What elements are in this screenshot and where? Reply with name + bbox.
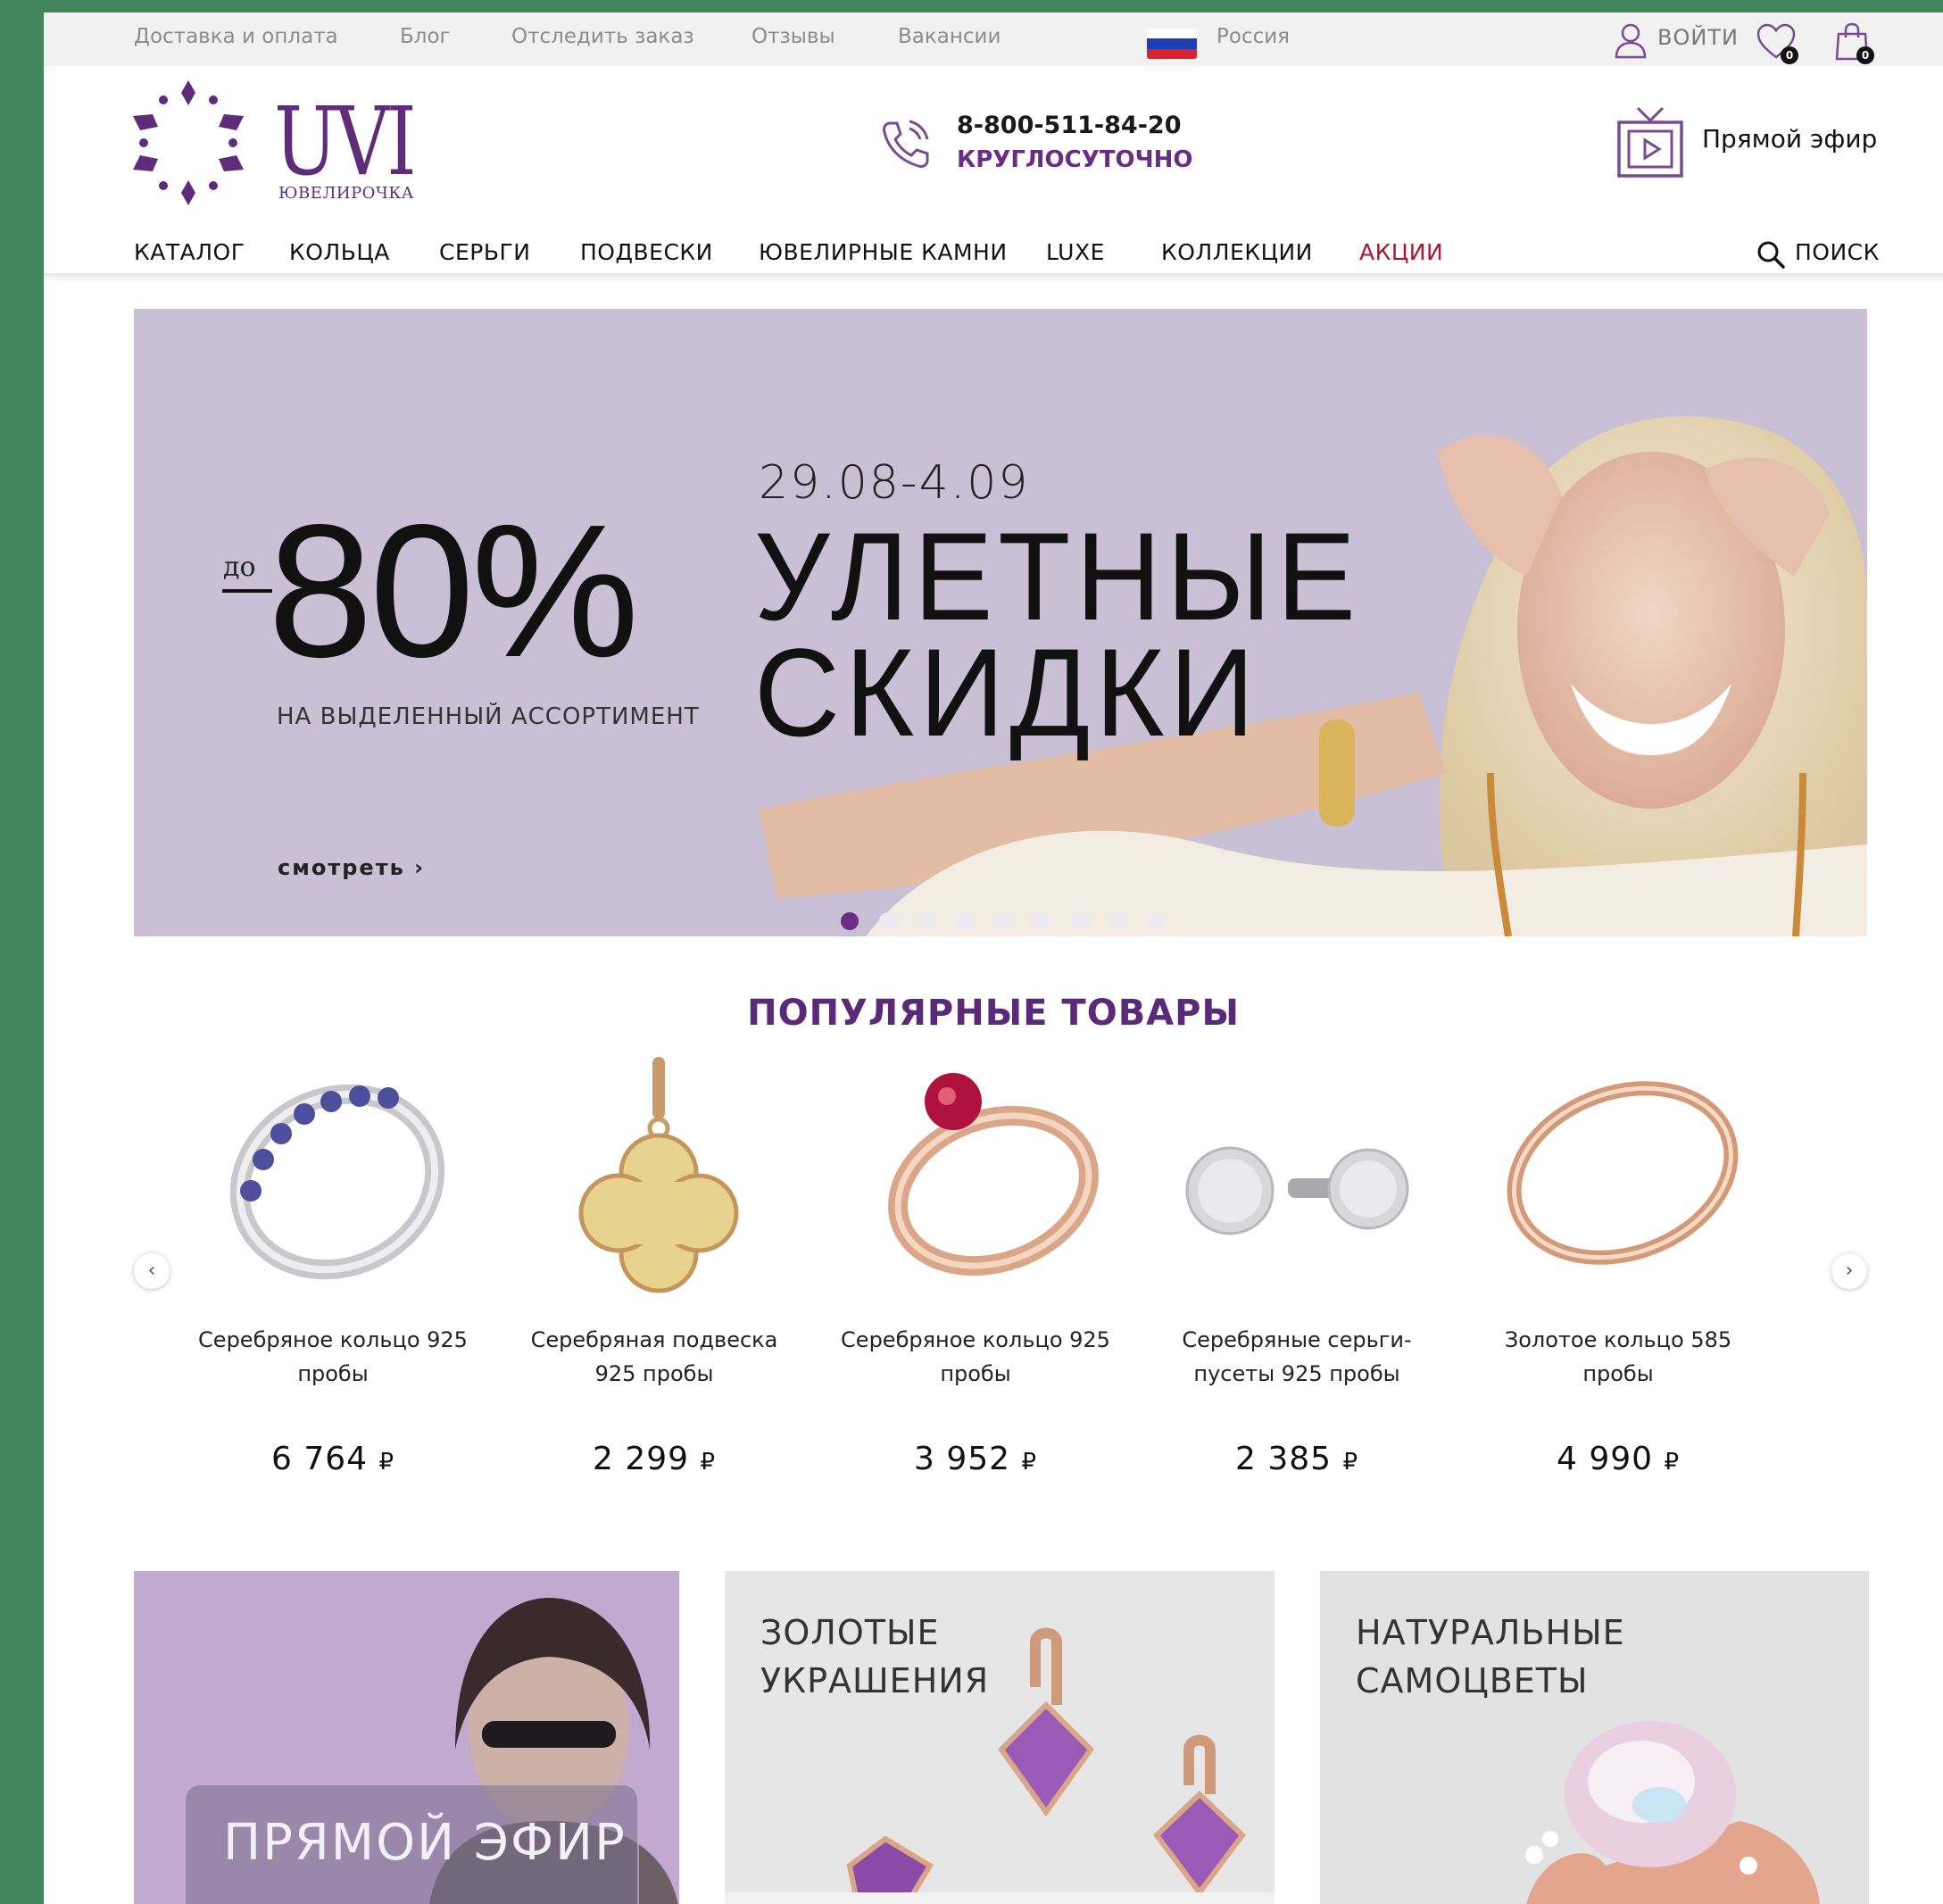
nav-item-gemstones[interactable]: ЮВЕЛИРНЫЕ КАМНИ <box>759 239 1008 265</box>
blog-link[interactable]: Блог <box>400 25 451 48</box>
nav-item-collections[interactable]: КОЛЛЕКЦИИ <box>1161 239 1313 265</box>
nav-item-pendants[interactable]: ПОДВЕСКИ <box>580 239 713 265</box>
category-label: ЗОЛОТЫЕ УКРАШЕНИЯ <box>760 1613 990 1700</box>
carousel-dot[interactable] <box>956 912 974 930</box>
popular-section-title: ПОПУЛЯРНЫЕ ТОВАРЫ <box>747 993 1240 1034</box>
ring-ruby-image <box>888 1073 1099 1276</box>
hero-title-line-2: СКИДКИ <box>754 622 1260 762</box>
silver-ring-sapphire-image <box>229 1084 445 1280</box>
hero-title-line-1: УЛЕТНЫЕ <box>754 506 1361 646</box>
nav-item-rings[interactable]: КОЛЬЦА <box>289 239 390 265</box>
user-icon[interactable] <box>1613 21 1648 59</box>
nav-item-earrings[interactable]: СЕРЬГИ <box>439 239 530 265</box>
reviews-link[interactable]: Отзывы <box>751 25 835 48</box>
category-tile-gold[interactable]: ЗОЛОТЫЕ УКРАШЕНИЯ <box>725 1571 1275 1904</box>
russia-flag-icon[interactable] <box>1147 29 1197 59</box>
top-bar: Доставка и оплата Блог Отследить заказ О… <box>44 12 1943 66</box>
search-button[interactable]: ПОИСК <box>1795 239 1880 265</box>
product-name[interactable]: Серебряные серьги-пусеты 925 пробы <box>1154 1323 1440 1391</box>
category-label: НАТУРАЛЬНЫЕ САМОЦВЕТЫ <box>1356 1613 1625 1700</box>
product-price: 6 764 ₽ <box>270 1441 395 1477</box>
carousel-dot[interactable] <box>1071 912 1089 930</box>
logo-wordmark[interactable]: UVI <box>274 95 417 189</box>
hero-view-button[interactable]: смотреть › <box>278 855 425 880</box>
live-stream-badge: ПРЯМОЙ ЭФИР <box>184 1783 639 1904</box>
region-selector[interactable]: Россия <box>1216 25 1290 48</box>
carousel-next-button[interactable]: › <box>1831 1253 1867 1289</box>
delivery-link[interactable]: Доставка и оплата <box>134 25 338 48</box>
product-name[interactable]: Серебряное кольцо 925 пробы <box>833 1323 1118 1391</box>
carousel-dot[interactable] <box>994 912 1012 930</box>
nav-item-luxe[interactable]: LUXE <box>1046 239 1105 265</box>
carousel-dot[interactable] <box>918 912 935 930</box>
hero-minus-sign <box>222 589 272 593</box>
carousel-dot[interactable] <box>841 912 859 930</box>
product-name[interactable]: Золотое кольцо 585 пробы <box>1475 1323 1761 1391</box>
pendant-amber-image <box>578 1057 739 1293</box>
track-order-link[interactable]: Отследить заказ <box>511 25 694 48</box>
vacancies-link[interactable]: Вакансии <box>898 25 1001 48</box>
wishlist-button[interactable]: 0 <box>1756 21 1798 64</box>
wishlist-count-badge: 0 <box>1781 46 1798 64</box>
category-tile-gems[interactable]: НАТУРАЛЬНЫЕ САМОЦВЕТЫ <box>1320 1571 1869 1904</box>
product-price: 3 952 ₽ <box>913 1441 1038 1477</box>
cart-count-badge: 0 <box>1856 46 1874 64</box>
tv-icon[interactable] <box>1616 104 1684 179</box>
product-price: 4 990 ₽ <box>1556 1441 1681 1477</box>
carousel-prev-button[interactable]: ‹ <box>134 1253 170 1289</box>
phone-number-link[interactable]: 8-800-511-84-20 <box>957 112 1181 139</box>
logo-subtitle: ЮВЕЛИРОЧКА <box>278 184 414 203</box>
logo-star-icon[interactable] <box>133 80 244 205</box>
live-stream-badge-label: ПРЯМОЙ ЭФИР <box>223 1814 627 1872</box>
category-tile-live[interactable]: ПРЯМОЙ ЭФИР <box>134 1571 679 1904</box>
cart-button[interactable]: 0 <box>1831 21 1874 64</box>
live-stream-link[interactable]: Прямой эфир <box>1702 124 1877 154</box>
product-price: 2 299 ₽ <box>592 1441 717 1477</box>
nav-item-catalog[interactable]: КАТАЛОГ <box>134 239 245 265</box>
phone-hours: КРУГЛОСУТОЧНО <box>957 146 1193 173</box>
hero-subtitle: НА ВЫДЕЛЕННЫЙ АССОРТИМЕНТ <box>277 703 700 730</box>
gold-band-ring-image <box>1507 1081 1739 1265</box>
page: Доставка и оплата Блог Отследить заказ О… <box>44 12 1943 1904</box>
hero-prefix: до <box>223 552 256 583</box>
header-divider <box>44 273 1943 282</box>
search-icon[interactable] <box>1756 239 1786 270</box>
phone-icon <box>883 120 929 168</box>
carousel-dot[interactable] <box>879 912 897 930</box>
product-price: 2 385 ₽ <box>1234 1441 1359 1477</box>
stud-earrings-image <box>1185 1146 1409 1235</box>
nav-item-sale[interactable]: АКЦИИ <box>1359 239 1443 265</box>
product-name[interactable]: Серебряная подвеска 925 пробы <box>511 1323 797 1391</box>
carousel-dot[interactable] <box>1148 912 1166 930</box>
hero-date: 29.08-4.09 <box>759 456 1030 510</box>
product-name[interactable]: Серебряное кольцо 925 пробы <box>190 1323 476 1391</box>
carousel-dot[interactable] <box>1033 912 1050 930</box>
hero-banner[interactable]: 29.08-4.09 УЛЕТНЫЕ СКИДКИ до 80% НА ВЫДЕ… <box>134 309 1867 936</box>
hero-discount: 80% <box>268 485 639 696</box>
carousel-dot[interactable] <box>1109 912 1127 930</box>
login-link[interactable]: ВОЙТИ <box>1657 25 1739 50</box>
